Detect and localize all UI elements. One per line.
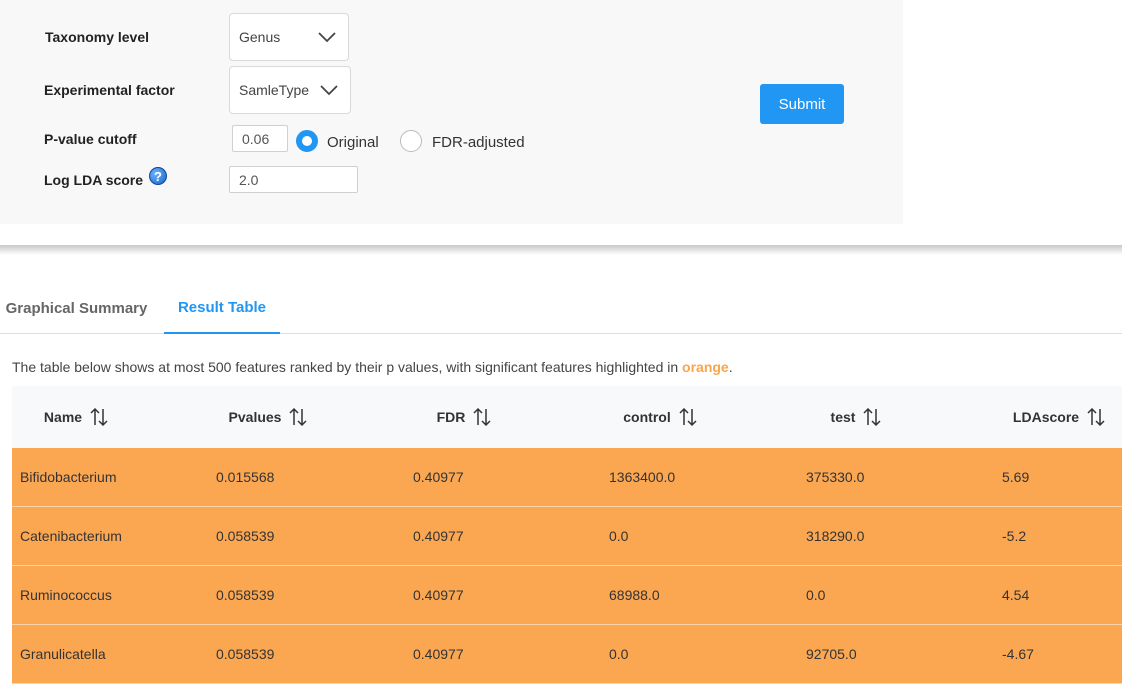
experimental-factor-value: SamleType	[239, 82, 310, 98]
column-header-label: Name	[43, 409, 83, 425]
column-header-test[interactable]: test	[778, 386, 934, 448]
cell-control: 1363400.0	[609, 469, 676, 485]
original-radio[interactable]	[296, 130, 318, 152]
column-header-pvalues[interactable]: Pvalues	[190, 386, 346, 448]
taxonomy-level-value: Genus	[239, 29, 281, 45]
cell-pvalue: 0.058539	[216, 587, 275, 603]
chevron-down-icon	[320, 85, 338, 96]
table-row: Catenibacterium 0.058539 0.40977 0.0 318…	[12, 507, 1122, 566]
cell-ldascore: 4.54	[1002, 587, 1030, 603]
tab-graphical-summary[interactable]: Graphical Summary	[0, 282, 153, 334]
cell-pvalue: 0.058539	[216, 646, 275, 662]
taxonomy-level-select[interactable]: Genus	[229, 13, 349, 61]
experimental-factor-label: Experimental factor	[44, 82, 175, 98]
parameter-form-panel: Taxonomy level Genus Experimental factor…	[0, 0, 903, 224]
cell-ldascore: -4.67	[1002, 646, 1034, 662]
sort-icon	[289, 407, 307, 427]
cell-control: 0.0	[609, 528, 629, 544]
sort-icon	[1087, 407, 1105, 427]
cell-test: 318290.0	[806, 528, 865, 544]
cell-fdr: 0.40977	[413, 528, 464, 544]
result-tabs: Graphical Summary Result Table	[0, 282, 1122, 334]
sort-icon	[679, 407, 697, 427]
table-row: Bifidobacterium 0.015568 0.40977 1363400…	[12, 448, 1122, 507]
cell-fdr: 0.40977	[413, 469, 464, 485]
cell-test: 375330.0	[806, 469, 865, 485]
cell-pvalue: 0.015568	[216, 469, 275, 485]
section-divider	[0, 245, 1122, 255]
cell-ldascore: 5.69	[1002, 469, 1030, 485]
column-header-fdr[interactable]: FDR	[386, 386, 542, 448]
cell-name: Bifidobacterium	[20, 469, 117, 485]
experimental-factor-select[interactable]: SamleType	[229, 66, 351, 114]
lda-score-label: Log LDA score	[44, 172, 144, 188]
column-header-label: FDR	[436, 409, 466, 425]
pvalue-cutoff-label: P-value cutoff	[44, 131, 137, 147]
fdr-adjusted-radio-label: FDR-adjusted	[432, 134, 525, 151]
cell-fdr: 0.40977	[413, 587, 464, 603]
tab-result-table[interactable]: Result Table	[164, 282, 280, 334]
highlight-color-word: orange	[682, 359, 729, 375]
pvalue-cutoff-input[interactable]	[232, 125, 288, 152]
cell-fdr: 0.40977	[413, 646, 464, 662]
sort-icon	[863, 407, 881, 427]
cell-name: Catenibacterium	[20, 528, 122, 544]
help-icon[interactable]: ?	[149, 167, 167, 185]
column-header-label: LDAscore	[1012, 409, 1080, 425]
table-header: Name Pvalues FDR control test LDAscore	[12, 386, 1122, 448]
table-description: The table below shows at most 500 featur…	[12, 359, 733, 375]
cell-test: 92705.0	[806, 646, 857, 662]
column-header-name[interactable]: Name	[12, 386, 140, 448]
submit-button[interactable]: Submit	[760, 84, 844, 124]
column-header-control[interactable]: control	[582, 386, 738, 448]
result-table: Name Pvalues FDR control test LDAscore B…	[12, 386, 1122, 684]
taxonomy-level-label: Taxonomy level	[45, 29, 150, 45]
chevron-down-icon	[318, 32, 336, 43]
sort-icon	[473, 407, 491, 427]
cell-pvalue: 0.058539	[216, 528, 275, 544]
cell-test: 0.0	[806, 587, 826, 603]
cell-control: 68988.0	[609, 587, 660, 603]
cell-name: Granulicatella	[20, 646, 106, 662]
original-radio-label: Original	[327, 134, 379, 151]
cell-ldascore: -5.2	[1002, 528, 1027, 544]
description-text: The table below shows at most 500 featur…	[12, 359, 683, 375]
fdr-adjusted-radio[interactable]	[400, 130, 422, 152]
table-row: Granulicatella 0.058539 0.40977 0.0 9270…	[12, 625, 1122, 684]
cell-control: 0.0	[609, 646, 629, 662]
lda-score-input[interactable]	[229, 166, 358, 193]
table-row: Ruminococcus 0.058539 0.40977 68988.0 0.…	[12, 566, 1122, 625]
column-header-ldascore[interactable]: LDAscore	[996, 386, 1122, 448]
description-end: .	[728, 359, 733, 375]
cell-name: Ruminococcus	[20, 587, 112, 603]
column-header-label: control	[623, 409, 671, 425]
column-header-label: Pvalues	[228, 409, 282, 425]
column-header-label: test	[830, 409, 856, 425]
sort-icon	[90, 407, 108, 427]
